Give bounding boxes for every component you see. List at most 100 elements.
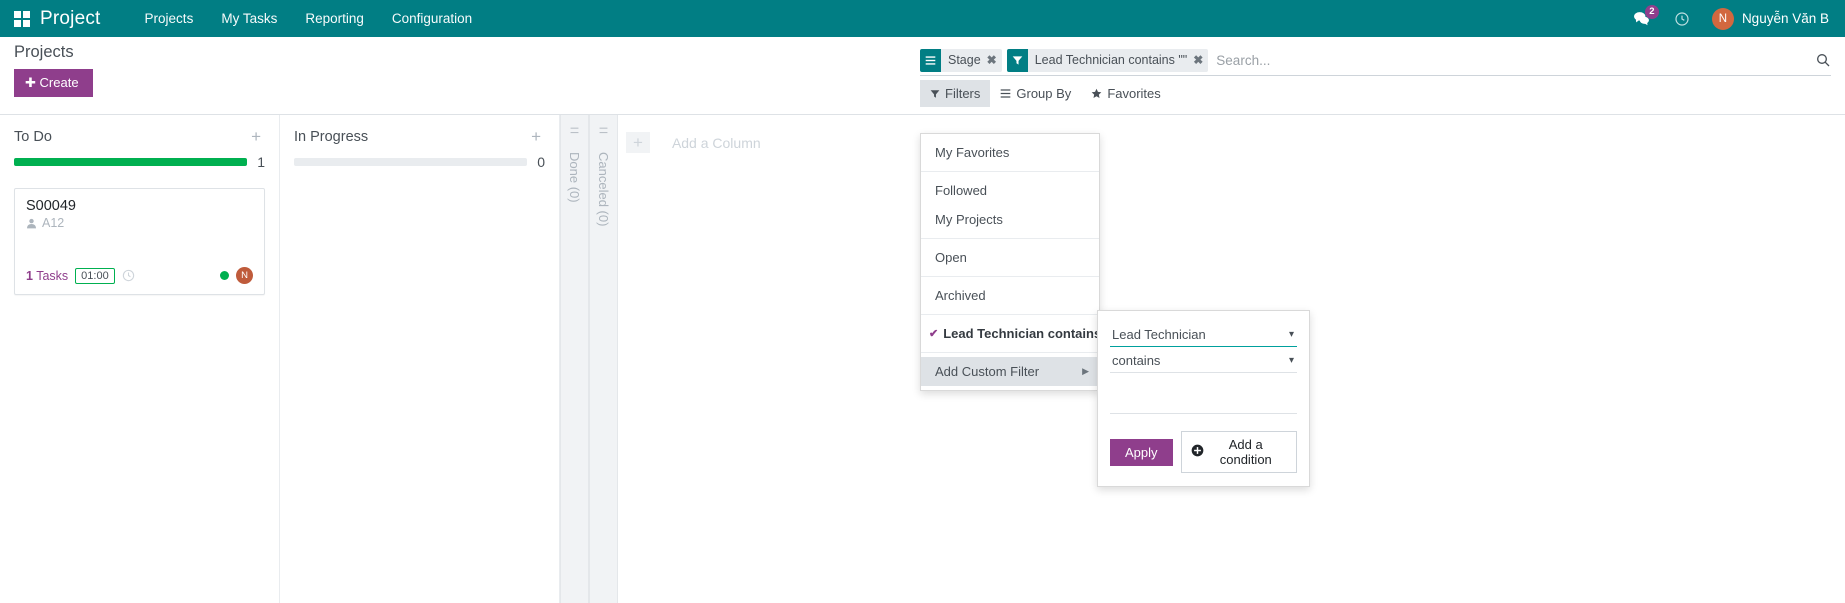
create-button[interactable]: ✚ Create [14,69,93,97]
card-subtitle-label: A12 [42,216,64,230]
custom-filter-operator-select[interactable]: contains [1110,349,1297,373]
search-input[interactable] [1213,45,1807,75]
filter-item-archived[interactable]: Archived [921,281,1099,310]
divider [921,276,1099,277]
group-by-button[interactable]: Group By [990,80,1081,107]
add-column-button[interactable]: + Add a Column [618,128,769,157]
close-icon[interactable]: ✖ [1193,53,1203,67]
custom-filter-operator-wrap: contains ▾ [1110,349,1297,373]
filters-button[interactable]: Filters [920,80,990,107]
favorites-button[interactable]: Favorites [1081,80,1170,107]
filter-item-label: Lead Technician contains "" [943,326,1117,341]
filter-item-lead-technician[interactable]: ✔ Lead Technician contains "" [921,319,1099,348]
custom-filter-value-input[interactable] [1110,388,1297,414]
divider [921,352,1099,353]
search-facet-lead-technician[interactable]: Lead Technician contains "" ✖ [1007,49,1209,72]
kanban-column-header: To Do + [14,115,265,145]
kanban-column-header: In Progress + [294,115,545,145]
card-tasks-link[interactable]: 1 Tasks [26,269,68,283]
card-tasks-label: Tasks [36,269,68,283]
apply-button[interactable]: Apply [1110,439,1173,466]
app-brand-title[interactable]: Project [40,8,101,30]
progress-bar[interactable] [294,158,527,166]
settings-bars-icon [599,126,608,138]
plus-icon: + [626,132,650,153]
kanban-column-title[interactable]: In Progress [294,129,527,145]
card-title: S00049 [26,198,253,214]
kanban-card[interactable]: S00049 A12 1 Tasks 01:00 [14,188,265,295]
search-bar: Stage ✖ Lead Technician contains "" ✖ [920,45,1831,76]
kanban-column-count: 1 [257,154,265,170]
nav-link-projects[interactable]: Projects [131,2,208,35]
kanban-column-title: Canceled (0) [596,152,611,226]
search-facet-label: Stage [948,53,981,67]
kanban-column-progress: 1 [14,154,265,170]
control-panel: Projects ✚ Create Stage ✖ [0,37,1845,115]
plus-icon[interactable]: + [527,128,545,145]
filter-item-my-favorites[interactable]: My Favorites [921,138,1099,167]
nav-link-reporting[interactable]: Reporting [291,2,378,35]
user-icon [26,218,37,229]
favorites-button-label: Favorites [1107,86,1160,101]
card-footer-right: N [220,267,253,284]
clock-icon[interactable] [122,269,135,282]
create-button-label: Create [40,75,79,90]
top-navbar: Project Projects My Tasks Reporting Conf… [0,0,1845,37]
search-icon[interactable] [1807,45,1831,75]
activity-button[interactable] [1662,5,1702,33]
group-by-icon [1000,88,1011,99]
user-menu[interactable]: N Nguyễn Văn B [1702,4,1831,34]
group-by-button-label: Group By [1016,86,1071,101]
kanban-column-done-folded[interactable]: Done (0) [560,115,589,603]
close-icon[interactable]: ✖ [987,53,997,67]
kanban-column-title[interactable]: To Do [14,129,247,145]
add-condition-button[interactable]: Add a condition [1181,431,1297,473]
kanban-column-canceled-folded[interactable]: Canceled (0) [589,115,618,603]
progress-bar[interactable] [14,158,247,166]
messages-button[interactable]: 2 [1621,4,1662,33]
search-view: Stage ✖ Lead Technician contains "" ✖ [920,37,1845,107]
apps-grid-icon[interactable] [14,11,30,27]
filter-item-followed[interactable]: Followed [921,176,1099,205]
kanban-column-title: Done (0) [567,152,582,203]
navbar-right-tools: 2 N Nguyễn Văn B [1621,4,1831,34]
divider [921,314,1099,315]
plus-circle-icon [1191,444,1204,460]
kanban-column-in-progress: In Progress + 0 [280,115,560,603]
filter-item-add-custom-filter[interactable]: Add Custom Filter ▶ [921,357,1099,386]
search-facet-body: Lead Technician contains "" ✖ [1028,49,1209,72]
page-title: Projects [14,43,93,62]
group-by-icon [920,49,941,72]
plus-icon: ✚ [25,75,36,90]
clock-icon [1674,11,1690,27]
add-condition-label: Add a condition [1205,437,1287,467]
avatar: N [1712,8,1734,30]
avatar[interactable]: N [236,267,253,284]
check-icon: ✔ [929,327,938,340]
settings-bars-icon [570,126,579,138]
search-buttons: Filters Group By Favorites [920,80,1831,107]
filter-icon [930,89,940,99]
divider [921,171,1099,172]
add-column-area: + Add a Column [618,115,803,603]
control-panel-left: Projects ✚ Create [14,43,93,97]
search-facet-stage[interactable]: Stage ✖ [920,49,1002,72]
nav-link-my-tasks[interactable]: My Tasks [207,2,291,35]
card-time-badge[interactable]: 01:00 [75,268,115,284]
plus-icon[interactable]: + [247,128,265,145]
search-facet-body: Stage ✖ [941,49,1002,72]
status-dot[interactable] [220,271,229,280]
filter-item-open[interactable]: Open [921,243,1099,272]
custom-filter-field-select[interactable]: Lead Technician [1110,323,1297,347]
main-nav: Projects My Tasks Reporting Configuratio… [131,2,487,35]
filter-item-my-projects[interactable]: My Projects [921,205,1099,234]
custom-filter-actions: Apply Add a condition [1110,431,1297,473]
filters-dropdown-menu: My Favorites Followed My Projects Open A… [920,133,1100,391]
add-column-label: Add a Column [672,135,761,151]
filter-item-label: Add Custom Filter [935,364,1039,379]
card-tasks-count: 1 [26,269,33,283]
card-footer: 1 Tasks 01:00 N [26,267,253,294]
messages-count-badge: 2 [1645,5,1659,19]
nav-link-configuration[interactable]: Configuration [378,2,486,35]
search-facet-label: Lead Technician contains "" [1035,53,1188,67]
